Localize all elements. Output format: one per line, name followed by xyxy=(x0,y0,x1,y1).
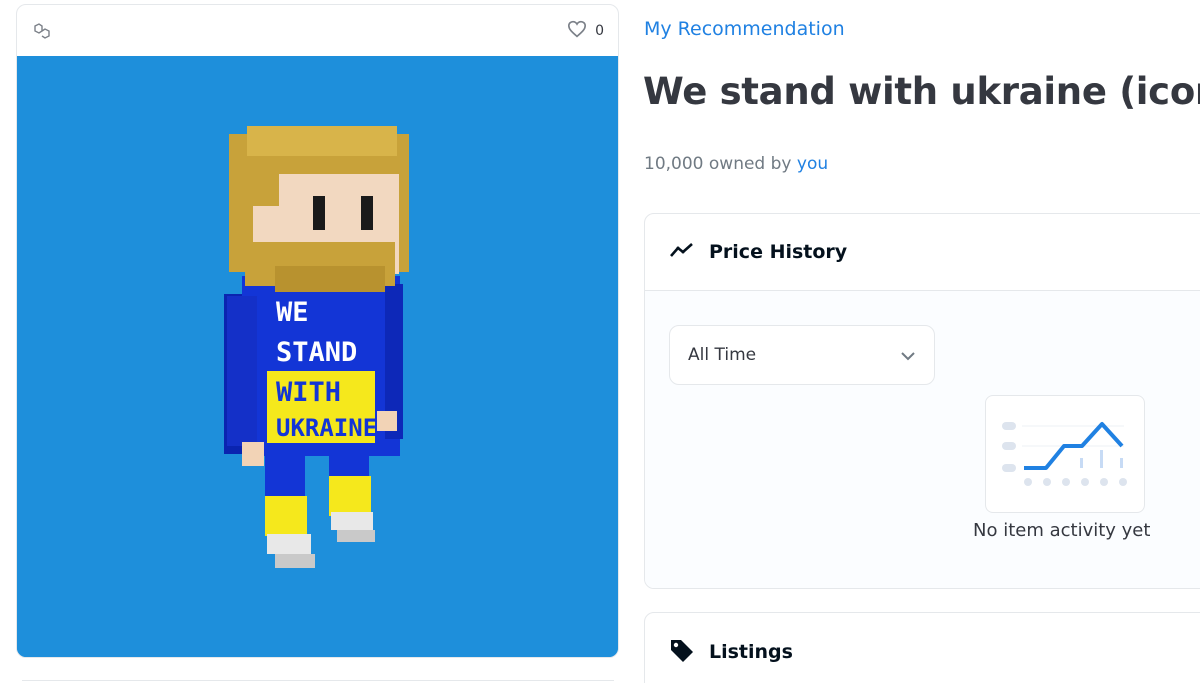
price-history-body: All Time No item activity yet xyxy=(645,291,1200,588)
owner-link[interactable]: you xyxy=(797,154,828,174)
divider xyxy=(22,680,614,681)
favorite-count: 0 xyxy=(595,22,604,39)
heart-icon[interactable] xyxy=(567,20,587,42)
owned-count-text: 10,000 owned by xyxy=(644,154,792,174)
price-history-header[interactable]: Price History xyxy=(645,214,1200,291)
voxel-character-illustration: WE STAND WITH UKRAINE xyxy=(17,56,618,657)
price-history-title: Price History xyxy=(709,241,848,263)
asset-image[interactable]: WE STAND WITH UKRAINE xyxy=(17,56,618,657)
chevron-down-icon xyxy=(900,346,916,365)
asset-card-header: 0 xyxy=(17,5,618,56)
time-range-value: All Time xyxy=(688,345,757,365)
price-history-panel: Price History All Time No item activity … xyxy=(644,213,1200,589)
asset-card: 0 WE STAND WITH UKRAINE xyxy=(16,4,619,658)
trending-icon xyxy=(669,241,695,263)
listings-panel: Listings xyxy=(644,612,1200,683)
item-title: We stand with ukraine (icon) xyxy=(643,70,1200,113)
empty-chart-illustration xyxy=(985,395,1145,513)
time-range-select[interactable]: All Time xyxy=(669,325,935,385)
shirt-text-line-1: WE xyxy=(276,297,309,328)
shirt-text-line-3: WITH xyxy=(276,377,341,408)
favorite-button[interactable]: 0 xyxy=(567,20,604,42)
owned-count: 10,000 owned by you xyxy=(644,154,828,174)
collection-link[interactable]: My Recommendation xyxy=(644,18,845,40)
tag-icon xyxy=(669,638,695,666)
listings-title: Listings xyxy=(709,640,793,663)
shirt-text-line-2: STAND xyxy=(276,337,357,368)
polygon-chain-icon[interactable] xyxy=(31,20,53,42)
empty-activity-message: No item activity yet xyxy=(973,520,1151,541)
shirt-text-line-4: UKRAINE xyxy=(276,414,377,442)
listings-header[interactable]: Listings xyxy=(645,613,1200,683)
